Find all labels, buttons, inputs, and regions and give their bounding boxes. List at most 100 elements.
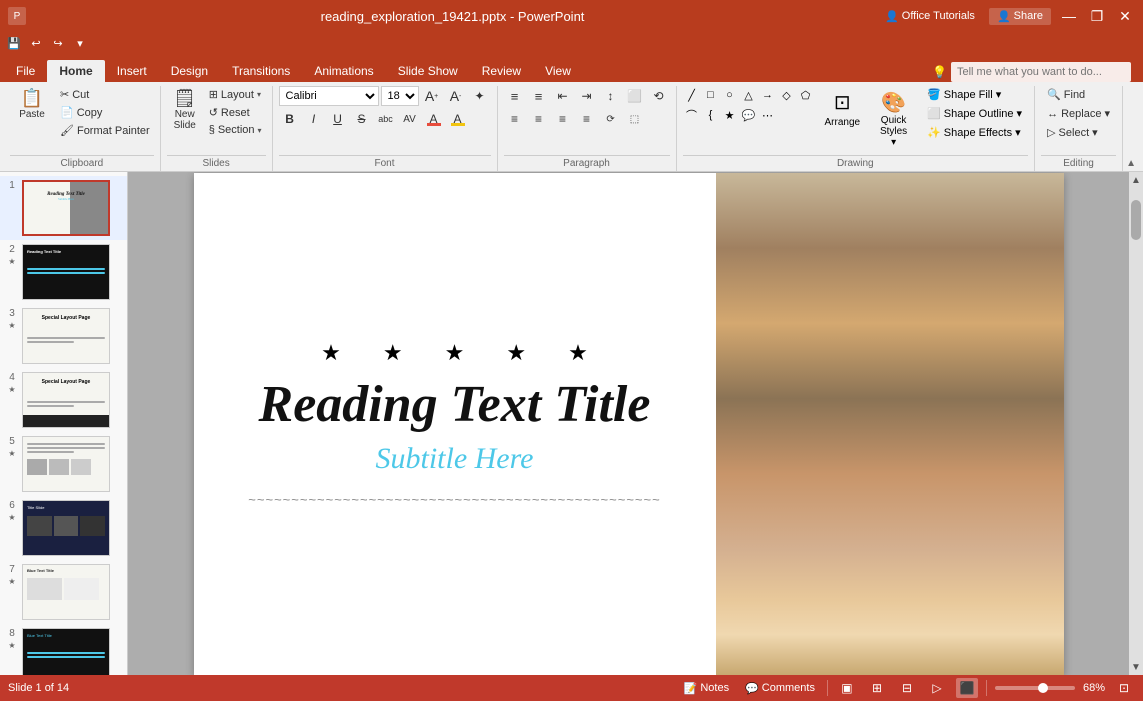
bullets-button[interactable]: ≡: [504, 86, 526, 106]
ribbon-collapse-button[interactable]: ▲: [1123, 155, 1139, 171]
small-caps-button[interactable]: abc: [375, 109, 397, 129]
share-button[interactable]: 👤 Share: [989, 8, 1051, 25]
slide-thumb-6[interactable]: 6 ★ Title Slide: [0, 496, 127, 560]
zoom-thumb[interactable]: [1038, 683, 1048, 693]
shape-curve-btn[interactable]: ⌒: [683, 106, 701, 124]
justify-button[interactable]: ≡: [576, 109, 598, 129]
scroll-thumb[interactable]: [1131, 200, 1141, 240]
tell-me-input[interactable]: [951, 62, 1131, 82]
slide-thumb-1[interactable]: 1 Reading Text Title Subtitle Here: [0, 176, 127, 240]
align-right-button[interactable]: ≡: [552, 109, 574, 129]
slide-canvas[interactable]: ★ ★ ★ ★ ★ Reading Text Title Subtitle He…: [194, 173, 1064, 675]
font-color-button[interactable]: A: [423, 109, 445, 129]
section-button[interactable]: § Section ▾: [205, 122, 266, 138]
align-center-button[interactable]: ≡: [528, 109, 550, 129]
shape-outline-button[interactable]: ⬜ Shape Outline ▾: [921, 105, 1028, 122]
tab-transitions[interactable]: Transitions: [220, 60, 302, 82]
slide-panel[interactable]: 1 Reading Text Title Subtitle Here 2 ★ R…: [0, 172, 128, 675]
tab-slideshow[interactable]: Slide Show: [386, 60, 470, 82]
shape-more-btn[interactable]: ⋯: [759, 106, 777, 124]
shape-triangle-btn[interactable]: △: [740, 86, 758, 104]
reading-view-button[interactable]: ▷: [926, 678, 948, 698]
tab-design[interactable]: Design: [159, 60, 220, 82]
vertical-scrollbar[interactable]: ▲ ▼: [1129, 172, 1143, 675]
minimize-button[interactable]: —: [1059, 6, 1079, 26]
shape-arrow-btn[interactable]: →: [759, 86, 777, 104]
shape-circle-btn[interactable]: ○: [721, 86, 739, 104]
shape-pentagon-btn[interactable]: ⬠: [797, 86, 815, 104]
text-highlight-button[interactable]: A: [447, 109, 469, 129]
strikethrough-button[interactable]: S: [351, 109, 373, 129]
increase-indent-button[interactable]: ⇥: [576, 86, 598, 106]
redo-qat-button[interactable]: ↪: [48, 34, 68, 52]
undo-qat-button[interactable]: ↩: [26, 34, 46, 52]
find-button[interactable]: 🔍 Find: [1041, 86, 1116, 103]
tab-insert[interactable]: Insert: [105, 60, 159, 82]
slide-thumb-5[interactable]: 5 ★: [0, 432, 127, 496]
office-tutorials-link[interactable]: 👤 Office Tutorials: [879, 8, 981, 25]
font-grow-button[interactable]: A+: [421, 86, 443, 106]
tab-animations[interactable]: Animations: [302, 60, 385, 82]
shape-diamond-btn[interactable]: ◇: [778, 86, 796, 104]
slide-subtitle[interactable]: Subtitle Here: [375, 442, 533, 476]
align-left-button[interactable]: ≡: [504, 109, 526, 129]
slide-thumb-3[interactable]: 3 ★ Special Layout Page: [0, 304, 127, 368]
scroll-up-button[interactable]: ▲: [1129, 172, 1143, 188]
slide-title[interactable]: Reading Text Title: [259, 376, 651, 433]
replace-button[interactable]: ↔ Replace ▾: [1041, 105, 1116, 122]
shape-brace-btn[interactable]: {: [702, 106, 720, 124]
slide-thumb-2[interactable]: 2 ★ Reading Text Title: [0, 240, 127, 304]
shape-line-btn[interactable]: ╱: [683, 86, 701, 104]
vertical-align-button[interactable]: ⬚: [624, 109, 646, 129]
notes-button[interactable]: 📝 Notes: [680, 680, 733, 697]
char-spacing-button[interactable]: AV: [399, 109, 421, 129]
new-slide-button[interactable]: 🗒 New Slide: [167, 86, 203, 134]
clear-format-button[interactable]: ✦: [469, 86, 491, 106]
tab-home[interactable]: Home: [47, 60, 104, 82]
slide-thumb-8[interactable]: 8 ★ Blue Text Title: [0, 624, 127, 675]
slide-sorter-button[interactable]: ⊟: [896, 678, 918, 698]
close-button[interactable]: ✕: [1115, 6, 1135, 26]
select-button[interactable]: ▷ Select ▾: [1041, 124, 1116, 141]
text-direction-button[interactable]: ⟲: [648, 86, 670, 106]
tab-review[interactable]: Review: [470, 60, 533, 82]
format-painter-button[interactable]: 🖌 Format Painter: [56, 122, 154, 139]
quick-styles-button[interactable]: 🎨 Quick Styles ▾: [870, 86, 917, 152]
smartart-convert-button[interactable]: ⟳: [600, 109, 622, 129]
slideshow-view-button[interactable]: ⬛: [956, 678, 978, 698]
cut-button[interactable]: ✂ Cut: [56, 86, 154, 103]
reset-button[interactable]: ↺ Reset: [205, 104, 266, 121]
slide-thumb-4[interactable]: 4 ★ Special Layout Page: [0, 368, 127, 432]
tab-view[interactable]: View: [533, 60, 583, 82]
layout-button[interactable]: ⊞ Layout ▾: [205, 86, 266, 103]
customize-qat-button[interactable]: ▾: [70, 34, 90, 52]
numbering-button[interactable]: ≡: [528, 86, 550, 106]
shape-effects-button[interactable]: ✨ Shape Effects ▾: [921, 124, 1028, 141]
shape-callout-btn[interactable]: 💬: [740, 106, 758, 124]
tab-file[interactable]: File: [4, 60, 47, 82]
shape-fill-button[interactable]: 🪣 Shape Fill ▾: [921, 86, 1028, 103]
line-spacing-button[interactable]: ↕: [600, 86, 622, 106]
underline-button[interactable]: U: [327, 109, 349, 129]
outline-view-button[interactable]: ⊞: [866, 678, 888, 698]
paste-button[interactable]: 📋 Paste: [10, 86, 54, 123]
copy-button[interactable]: 📄 Copy: [56, 104, 154, 121]
shape-rect-btn[interactable]: □: [702, 86, 720, 104]
columns-button[interactable]: ⬜: [624, 86, 646, 106]
fit-slide-button[interactable]: ⊡: [1113, 678, 1135, 698]
scroll-down-button[interactable]: ▼: [1129, 659, 1143, 675]
font-shrink-button[interactable]: A-: [445, 86, 467, 106]
decrease-indent-button[interactable]: ⇤: [552, 86, 574, 106]
italic-button[interactable]: I: [303, 109, 325, 129]
font-size-select[interactable]: 18: [381, 86, 419, 106]
slide-thumb-7[interactable]: 7 ★ Blue Text Title: [0, 560, 127, 624]
bold-button[interactable]: B: [279, 109, 301, 129]
restore-button[interactable]: ❐: [1087, 6, 1107, 26]
zoom-slider[interactable]: [995, 686, 1075, 690]
scroll-track[interactable]: [1129, 188, 1143, 659]
shape-star-btn[interactable]: ★: [721, 106, 739, 124]
comments-button[interactable]: 💬 Comments: [741, 680, 819, 697]
font-family-select[interactable]: Calibri: [279, 86, 379, 106]
arrange-button[interactable]: ⊡ Arrange: [819, 86, 867, 132]
save-qat-button[interactable]: 💾: [4, 34, 24, 52]
